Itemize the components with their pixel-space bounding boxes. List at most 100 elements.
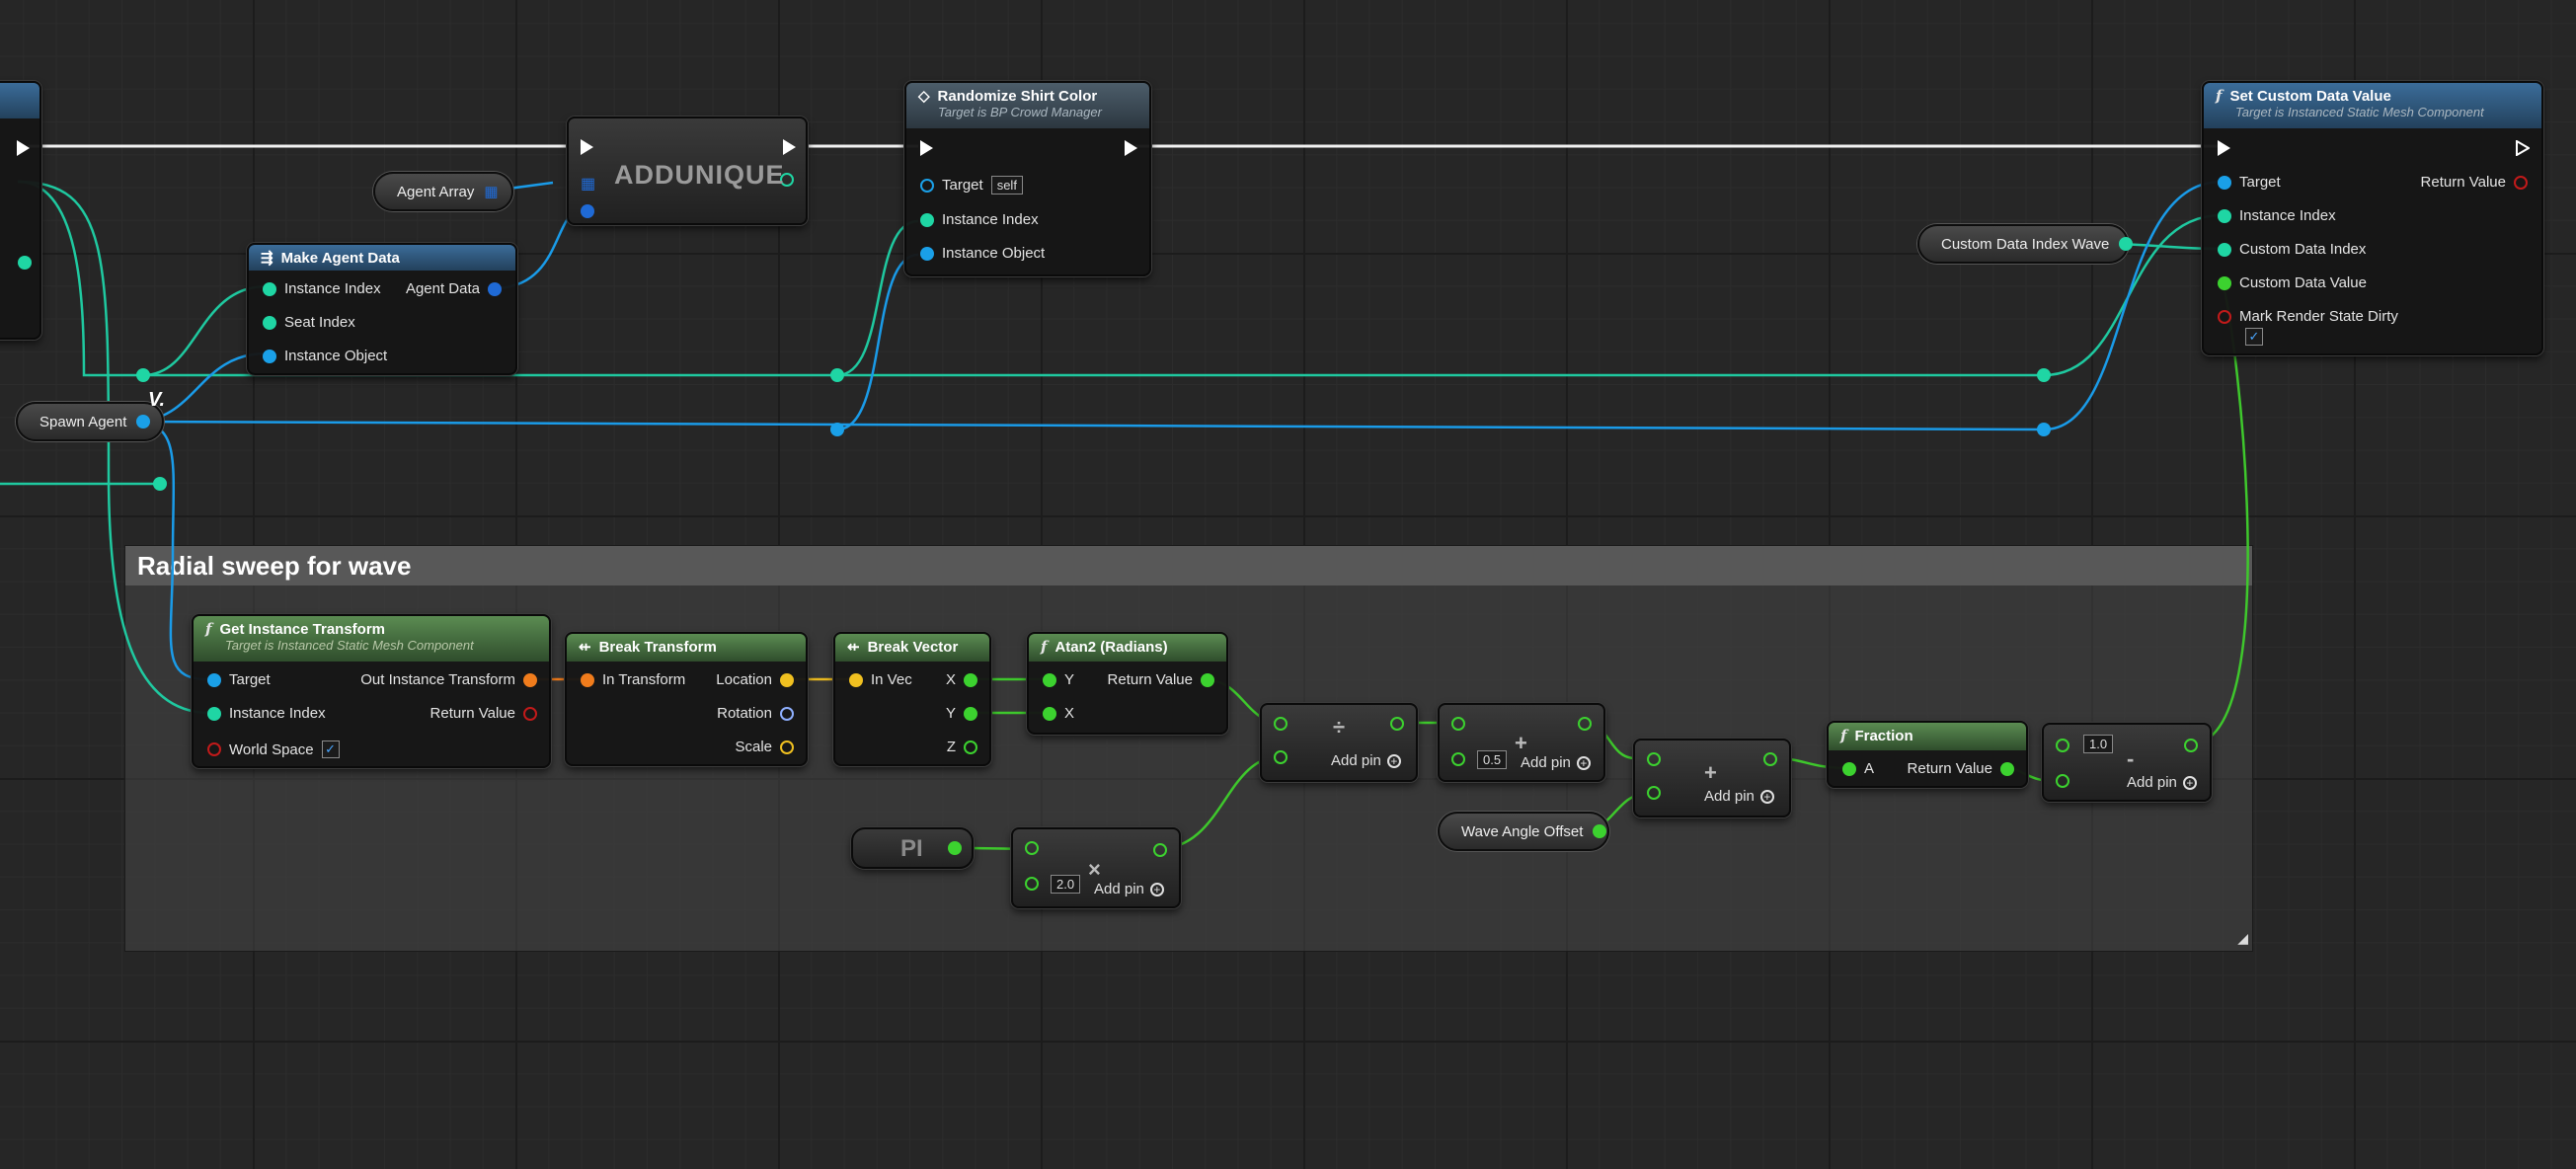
out-instance-transform-pin[interactable]: Out Instance Transform	[360, 671, 537, 688]
int-in-pin[interactable]	[581, 204, 594, 218]
add-node-half[interactable]: 0.5 + Add pin +	[1438, 703, 1605, 782]
rotation-pin[interactable]: Rotation	[717, 705, 794, 722]
result-pin[interactable]	[1763, 752, 1777, 766]
instance-object-pin[interactable]: Instance Object	[263, 348, 387, 364]
resize-handle-icon[interactable]: ◢	[2237, 930, 2248, 947]
array-pin-icon[interactable]: ▦	[484, 183, 498, 200]
a-pin[interactable]	[1274, 717, 1288, 731]
atan2-node[interactable]: f Atan2 (Radians) Y X Return Value	[1027, 632, 1228, 735]
world-space-checkbox[interactable]: ✓	[321, 740, 340, 758]
instance-index-pin[interactable]: Instance Index	[920, 211, 1039, 228]
comment-title[interactable]: Radial sweep for wave	[125, 546, 2252, 585]
scale-pin[interactable]: Scale	[735, 739, 794, 755]
reroute-knot[interactable]	[830, 368, 844, 382]
exec-out-pin[interactable]	[783, 139, 796, 155]
b-pin[interactable]	[1647, 786, 1661, 800]
reroute-knot[interactable]	[153, 477, 167, 491]
world-space-pin[interactable]: World Space ✓	[207, 740, 340, 758]
in-transform-pin[interactable]: In Transform	[581, 671, 685, 688]
agent-array-variable[interactable]: Agent Array ▦	[373, 172, 513, 211]
randomize-shirt-color-node[interactable]: ◇ Randomize Shirt Color Target is BP Crow…	[904, 81, 1151, 276]
agent-data-pin[interactable]: Agent Data	[406, 280, 502, 297]
result-pin[interactable]	[1578, 717, 1592, 731]
add-unique-node[interactable]: ▦ ADDUNIQUE	[567, 117, 808, 225]
exec-out-pin[interactable]	[2516, 140, 2530, 156]
b-pin[interactable]	[1451, 752, 1465, 766]
a-pin[interactable]	[1025, 841, 1039, 855]
seat-index-pin[interactable]: Seat Index	[263, 314, 355, 331]
int-pin[interactable]	[2119, 237, 2134, 251]
location-pin[interactable]: Location	[716, 671, 794, 688]
return-value-pin[interactable]: Return Value	[1908, 760, 2014, 777]
divide-node[interactable]: ÷ Add pin +	[1260, 703, 1418, 782]
return-value-pin[interactable]: Return Value	[430, 705, 537, 722]
float-out-pin[interactable]	[948, 841, 962, 855]
a-pin[interactable]	[2056, 739, 2069, 752]
b-pin[interactable]	[2056, 774, 2069, 788]
a-pin[interactable]: A	[1842, 760, 1874, 777]
subtract-node[interactable]: 1.0 - Add pin +	[2042, 723, 2212, 802]
b-value-input[interactable]: 0.5	[1477, 750, 1508, 769]
exec-out-pin[interactable]	[17, 140, 30, 156]
exec-out-pin[interactable]	[1125, 140, 1137, 156]
b-value-input[interactable]: 2.0	[1051, 875, 1081, 894]
float-pin[interactable]	[1593, 824, 1607, 838]
instance-object-pin[interactable]: Instance Object	[920, 245, 1045, 262]
array-in-pin-icon[interactable]: ▦	[581, 174, 595, 194]
target-pin[interactable]: Target	[207, 671, 271, 688]
a-pin[interactable]	[1647, 752, 1661, 766]
spawn-agent-variable[interactable]: Spawn Agent	[16, 402, 164, 441]
break-struct-icon: ⇷	[579, 639, 591, 656]
add-pin-button[interactable]: Add pin +	[1331, 752, 1401, 769]
instance-index-pin[interactable]: Instance Index	[207, 705, 326, 722]
custom-data-value-pin[interactable]: Custom Data Value	[2218, 274, 2367, 291]
offscreen-node[interactable]	[0, 81, 41, 340]
fraction-node[interactable]: f Fraction A Return Value	[1827, 721, 2028, 788]
mark-render-state-dirty-pin[interactable]: Mark Render State Dirty	[2218, 308, 2398, 325]
result-pin[interactable]	[2184, 739, 2198, 752]
add-pin-button[interactable]: Add pin +	[1521, 754, 1591, 771]
target-pin[interactable]: Target self	[920, 176, 1023, 195]
break-transform-node[interactable]: ⇷ Break Transform In Transform Location R…	[565, 632, 808, 766]
instance-index-pin[interactable]: Instance Index	[263, 280, 381, 297]
custom-data-index-pin[interactable]: Custom Data Index	[2218, 241, 2366, 258]
reroute-knot[interactable]	[2037, 423, 2051, 436]
wave-angle-offset-variable[interactable]: Wave Angle Offset	[1438, 812, 1609, 851]
set-custom-data-value-node[interactable]: f Set Custom Data Value Target is Instanc…	[2202, 81, 2543, 355]
reroute-knot[interactable]	[830, 423, 844, 436]
result-pin[interactable]	[1390, 717, 1404, 731]
int-out-pin[interactable]	[18, 256, 32, 270]
result-pin[interactable]	[1153, 843, 1167, 857]
break-vector-node[interactable]: ⇷ Break Vector In Vec X Y Z	[833, 632, 991, 766]
b-pin[interactable]	[1274, 750, 1288, 764]
add-pin-button[interactable]: Add pin +	[1704, 788, 1774, 805]
multiply-node[interactable]: 2.0 × Add pin +	[1011, 827, 1181, 908]
add-pin-button[interactable]: Add pin +	[1094, 881, 1164, 897]
exec-in-pin[interactable]	[920, 140, 933, 156]
exec-in-pin[interactable]	[2218, 140, 2230, 156]
z-pin[interactable]: Z	[947, 739, 977, 755]
a-value-input[interactable]: 1.0	[2083, 735, 2114, 753]
x-pin[interactable]: X	[946, 671, 977, 688]
y-pin[interactable]: Y	[1043, 671, 1074, 688]
object-pin[interactable]	[136, 415, 151, 429]
instance-index-pin[interactable]: Instance Index	[2218, 207, 2336, 224]
a-pin[interactable]	[1451, 717, 1465, 731]
return-value-pin[interactable]: Return Value	[2421, 174, 2528, 191]
return-value-pin[interactable]: Return Value	[1108, 671, 1214, 688]
make-agent-data-node[interactable]: ⇶ Make Agent Data Instance Index Seat Ind…	[247, 243, 517, 375]
custom-data-index-wave-variable[interactable]: Custom Data Index Wave	[1917, 224, 2134, 264]
b-pin[interactable]	[1025, 877, 1039, 891]
reroute-knot[interactable]	[2037, 368, 2051, 382]
add-pin-button[interactable]: Add pin +	[2127, 774, 2197, 791]
mark-render-checkbox[interactable]: ✓	[2245, 328, 2263, 346]
y-pin[interactable]: Y	[946, 705, 977, 722]
x-pin[interactable]: X	[1043, 705, 1074, 722]
target-pin[interactable]: Target	[2218, 174, 2281, 191]
add-node[interactable]: + Add pin +	[1633, 739, 1791, 818]
pi-node[interactable]: PI	[851, 827, 974, 869]
in-vec-pin[interactable]: In Vec	[849, 671, 912, 688]
reroute-knot[interactable]	[136, 368, 150, 382]
exec-in-pin[interactable]	[581, 139, 593, 155]
get-instance-transform-node[interactable]: f Get Instance Transform Target is Instan…	[192, 614, 551, 768]
